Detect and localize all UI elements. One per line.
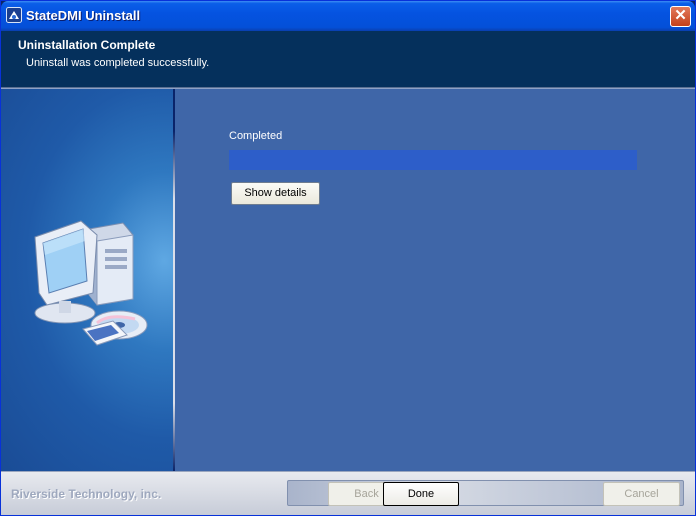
close-icon: ✕ xyxy=(674,7,687,24)
content-panel: Completed Show details xyxy=(175,89,695,471)
progress-bar xyxy=(229,150,637,170)
header-title: Uninstallation Complete xyxy=(18,38,156,52)
button-bar: Riverside Technology, inc. Back Done Can… xyxy=(1,471,695,515)
computer-cd-icon xyxy=(34,220,148,346)
left-banner xyxy=(1,89,173,471)
installer-icon xyxy=(6,7,22,23)
header-panel: Uninstallation Complete Uninstall was co… xyxy=(1,31,695,87)
show-details-button[interactable]: Show details xyxy=(231,182,320,205)
title-bar[interactable]: StateDMI Uninstall ✕ xyxy=(1,1,695,31)
brand-label: Riverside Technology, inc. xyxy=(11,487,162,501)
progress-fill xyxy=(229,150,637,170)
cancel-button[interactable]: Cancel xyxy=(603,482,680,506)
close-button[interactable]: ✕ xyxy=(670,6,691,27)
window-title: StateDMI Uninstall xyxy=(26,8,141,23)
uninstall-window: StateDMI Uninstall ✕ Uninstallation Comp… xyxy=(0,0,696,516)
header-subtitle: Uninstall was completed successfully. xyxy=(26,57,210,69)
done-button[interactable]: Done xyxy=(383,482,459,506)
status-label: Completed xyxy=(229,130,283,142)
